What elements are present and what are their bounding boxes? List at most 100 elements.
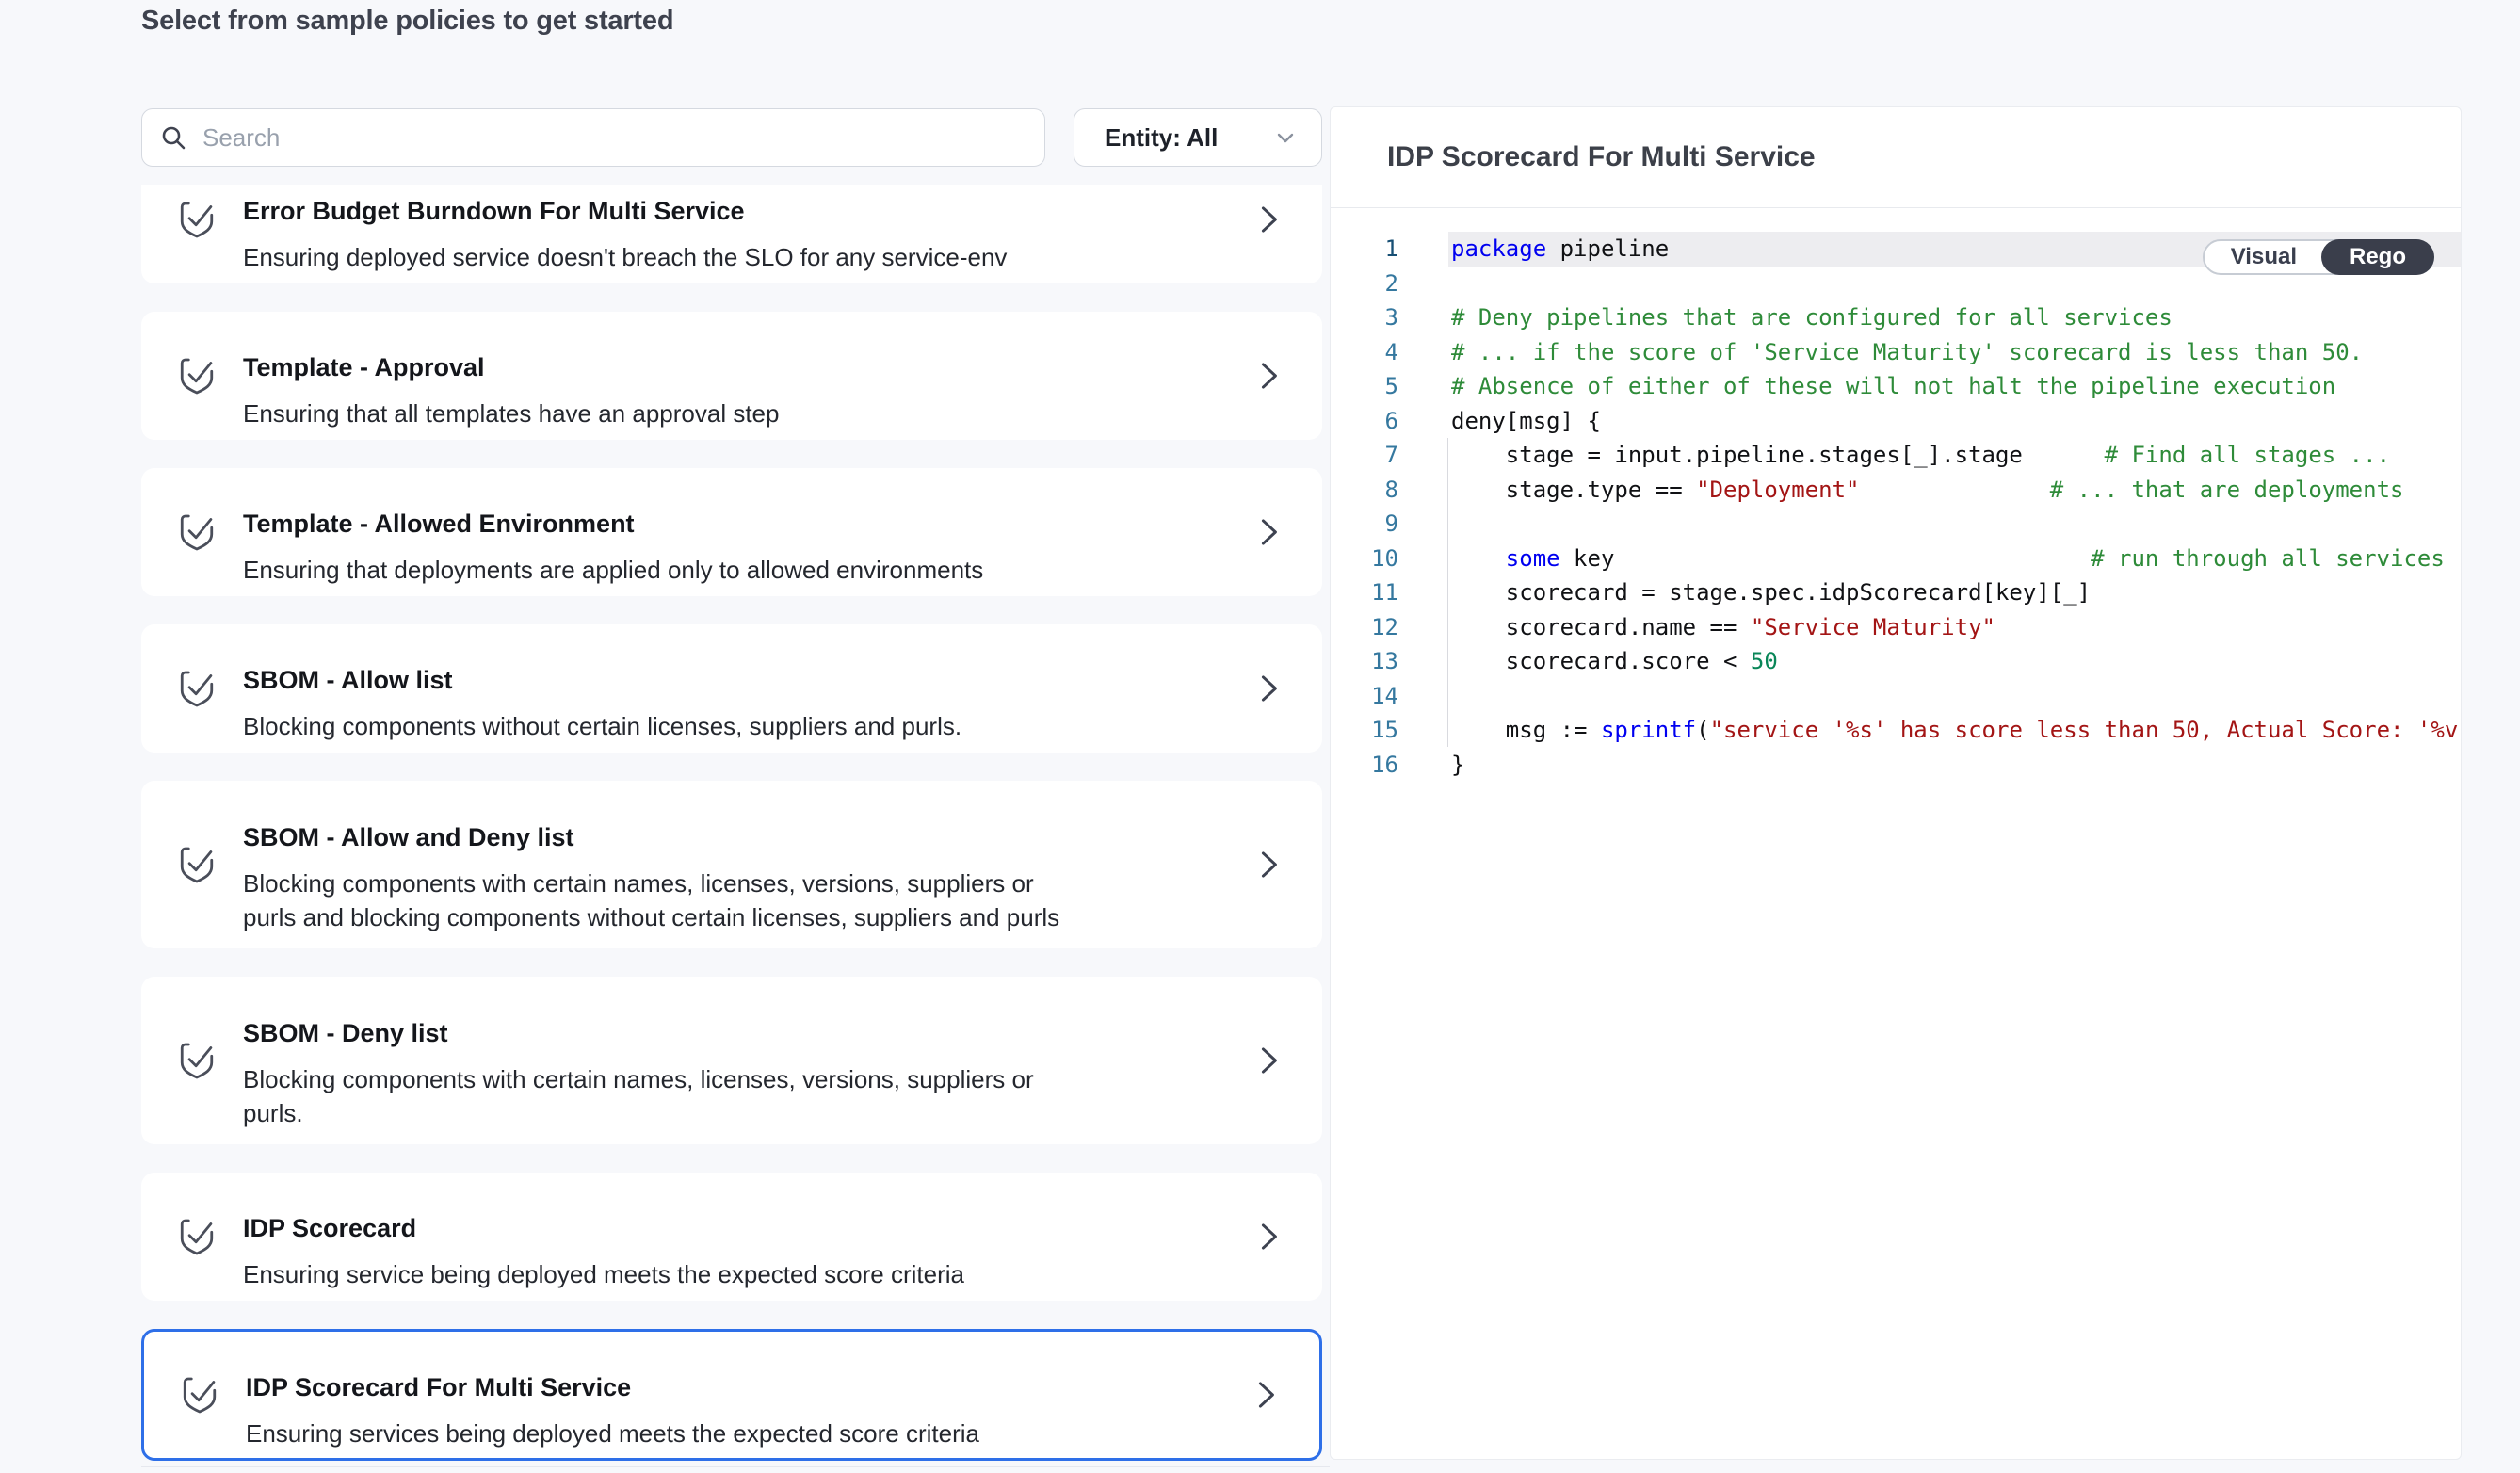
list-bottom-divider [141, 1466, 1330, 1467]
code-line: 6 deny[msg] { [1331, 404, 2461, 439]
policy-card-title: SBOM - Deny list [243, 1018, 1256, 1048]
shield-check-icon [177, 1215, 217, 1259]
policy-card-description: Blocking components with certain names, … [243, 866, 1256, 934]
entity-filter-label: Entity: All [1105, 123, 1218, 153]
policy-card[interactable]: Template - Approval Ensuring that all tem… [141, 312, 1322, 440]
code-content: scorecard = stage.spec.idpScorecard[key]… [1451, 579, 2091, 606]
code-content: } [1451, 752, 1464, 778]
chevron-down-icon [1274, 126, 1297, 149]
chevron-right-icon[interactable] [1256, 1043, 1281, 1078]
chevron-right-icon[interactable] [1256, 847, 1281, 882]
code-content: some key # run through all services [1451, 545, 2445, 572]
line-number: 14 [1331, 679, 1398, 714]
policy-card[interactable]: Error Budget Burndown For Multi Service E… [141, 185, 1322, 283]
code-line: 14 [1331, 679, 2461, 714]
policy-card-description: Ensuring that all templates have an appr… [243, 397, 1256, 430]
line-number: 2 [1331, 267, 1398, 301]
code-line: 9 [1331, 507, 2461, 542]
code-content: deny[msg] { [1451, 408, 1601, 434]
policy-card-title: Template - Approval [243, 352, 1256, 382]
entity-filter-dropdown[interactable]: Entity: All [1074, 108, 1322, 167]
chevron-right-icon[interactable] [1256, 1219, 1281, 1254]
policy-card-title: SBOM - Allow and Deny list [243, 822, 1256, 852]
code-content: stage.type == "Deployment" # ... that ar… [1451, 477, 2403, 503]
code-content: package pipeline [1451, 235, 1669, 262]
policy-card-body: Error Budget Burndown For Multi Service E… [243, 185, 1256, 283]
search-icon [159, 123, 187, 152]
shield-check-icon [177, 843, 217, 887]
policy-card-body: Template - Approval Ensuring that all tem… [243, 312, 1256, 440]
line-number: 15 [1331, 713, 1398, 748]
code-line: 12 scorecard.name == "Service Maturity" [1331, 610, 2461, 645]
policy-card[interactable]: SBOM - Allow list Blocking components wit… [141, 624, 1322, 753]
page-title: Select from sample policies to get start… [141, 6, 673, 37]
search-box [141, 108, 1045, 167]
line-number: 1 [1331, 232, 1398, 267]
code-content: # Absence of either of these will not ha… [1451, 373, 2335, 399]
policy-card[interactable]: IDP Scorecard Ensuring service being depl… [141, 1173, 1322, 1301]
policy-detail-header: IDP Scorecard For Multi Service [1331, 107, 2461, 208]
policy-card-description: Blocking components without certain lice… [243, 709, 1256, 743]
code-line: 16} [1331, 748, 2461, 783]
toggle-option-rego[interactable]: Rego [2321, 239, 2434, 275]
rego-code-editor[interactable]: 1 package pipeline 23# Deny pipelines that… [1331, 208, 2461, 782]
search-input[interactable] [202, 109, 1044, 166]
line-number: 11 [1331, 575, 1398, 610]
policy-card-body: IDP Scorecard Ensuring service being depl… [243, 1173, 1256, 1301]
policy-card-body: SBOM - Deny list Blocking components with… [243, 977, 1256, 1144]
policy-card[interactable]: SBOM - Deny list Blocking components with… [141, 977, 1322, 1144]
policy-card-description: Ensuring deployed service doesn't breach… [243, 240, 1256, 274]
policy-card[interactable]: IDP Scorecard For Multi Service Ensuring … [141, 1329, 1322, 1461]
chevron-right-icon[interactable] [1256, 671, 1281, 706]
code-line: 7 stage = input.pipeline.stages[_].stage… [1331, 438, 2461, 473]
line-number: 3 [1331, 300, 1398, 335]
policy-card-body: Template - Allowed Environment Ensuring t… [243, 468, 1256, 596]
policy-card-description: Ensuring that deployments are applied on… [243, 553, 1256, 587]
policy-card-description: Ensuring services being deployed meets t… [246, 1416, 1253, 1450]
shield-check-icon [177, 198, 217, 242]
policy-card-description: Ensuring service being deployed meets th… [243, 1257, 1256, 1291]
code-content: msg := sprintf("service '%s' has score l… [1451, 717, 2462, 743]
code-content: stage = input.pipeline.stages[_].stage #… [1451, 442, 2390, 468]
line-number: 12 [1331, 610, 1398, 645]
code-content: scorecard.score < 50 [1451, 648, 1778, 674]
code-line: 8 stage.type == "Deployment" # ... that … [1331, 473, 2461, 508]
shield-check-icon [177, 667, 217, 711]
policy-card-title: Error Budget Burndown For Multi Service [243, 196, 1256, 226]
shield-check-icon [180, 1373, 219, 1417]
line-number: 16 [1331, 748, 1398, 783]
line-number: 6 [1331, 404, 1398, 439]
chevron-right-icon[interactable] [1256, 514, 1281, 550]
code-content: scorecard.name == "Service Maturity" [1451, 614, 1995, 640]
chevron-right-icon[interactable] [1256, 202, 1281, 237]
chevron-right-icon[interactable] [1256, 358, 1281, 394]
policy-card-description: Blocking components with certain names, … [243, 1062, 1256, 1130]
toggle-option-visual[interactable]: Visual [2205, 241, 2323, 273]
code-line: 4# ... if the score of 'Service Maturity… [1331, 335, 2461, 370]
line-number: 8 [1331, 473, 1398, 508]
policy-card-title: SBOM - Allow list [243, 665, 1256, 695]
code-line: 3# Deny pipelines that are configured fo… [1331, 300, 2461, 335]
policy-card-body: IDP Scorecard For Multi Service Ensuring … [246, 1332, 1253, 1458]
policy-card-title: IDP Scorecard For Multi Service [246, 1372, 1253, 1402]
code-line: 11 scorecard = stage.spec.idpScorecard[k… [1331, 575, 2461, 610]
policy-card[interactable]: SBOM - Allow and Deny list Blocking compo… [141, 781, 1322, 948]
shield-check-icon [177, 354, 217, 398]
policy-detail-title: IDP Scorecard For Multi Service [1387, 141, 1816, 173]
code-line: 10 some key # run through all services [1331, 542, 2461, 576]
view-toggle: Visual Rego [2203, 239, 2434, 275]
policy-card-title: IDP Scorecard [243, 1213, 1256, 1243]
policy-card[interactable]: Template - Allowed Environment Ensuring t… [141, 468, 1322, 596]
chevron-right-icon[interactable] [1253, 1377, 1278, 1413]
code-line: 5# Absence of either of these will not h… [1331, 369, 2461, 404]
policy-card-body: SBOM - Allow list Blocking components wit… [243, 624, 1256, 753]
policy-detail-panel: IDP Scorecard For Multi Service 1 package… [1330, 106, 2462, 1460]
code-line: 15 msg := sprintf("service '%s' has scor… [1331, 713, 2461, 748]
code-content: # ... if the score of 'Service Maturity'… [1451, 339, 2363, 365]
policy-card-title: Template - Allowed Environment [243, 509, 1256, 539]
line-number: 10 [1331, 542, 1398, 576]
shield-check-icon [177, 1039, 217, 1083]
line-number: 9 [1331, 507, 1398, 542]
policy-list: Error Budget Burndown For Multi Service E… [141, 185, 1322, 1466]
line-number: 7 [1331, 438, 1398, 473]
